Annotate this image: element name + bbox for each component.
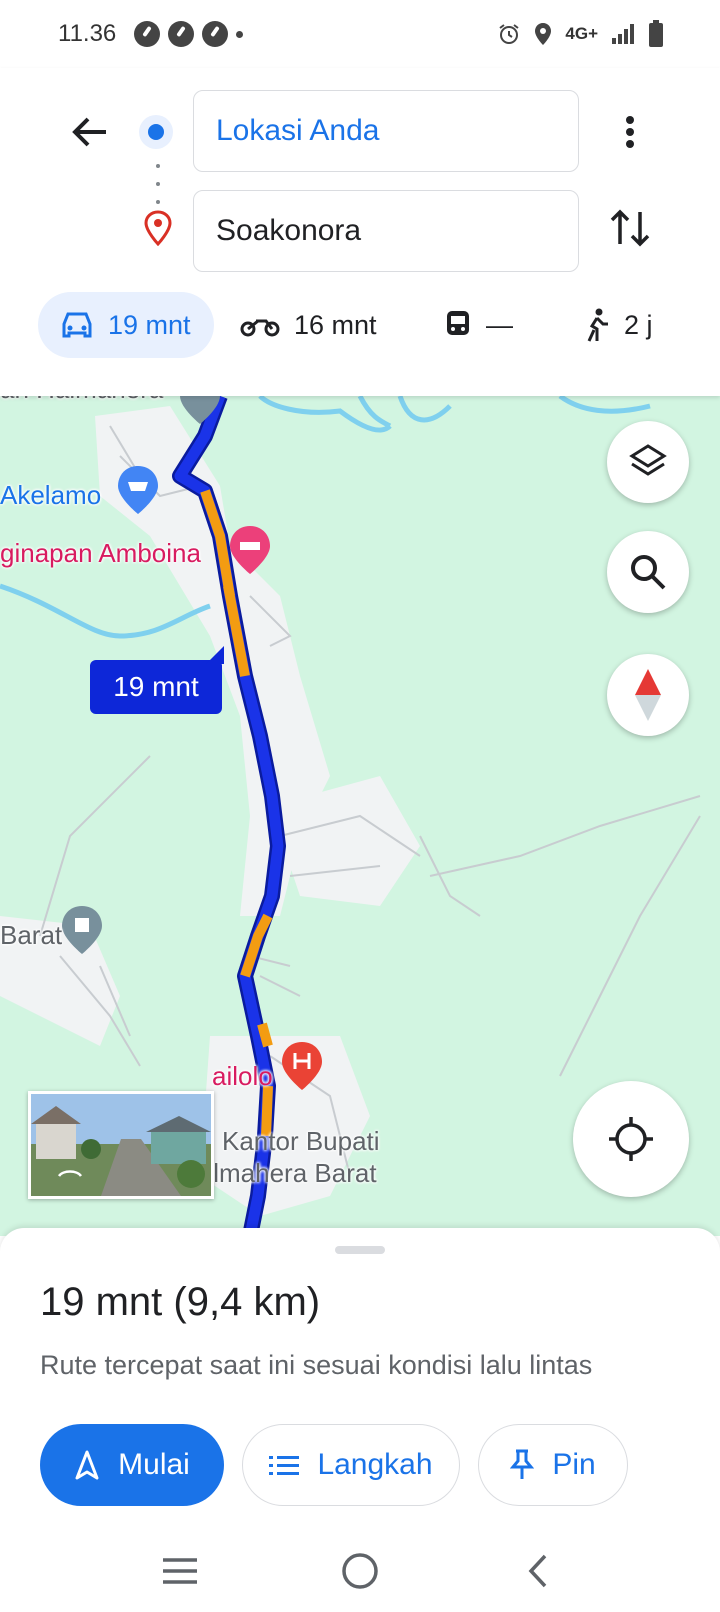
network-type: 4G+ [565,24,598,43]
status-time: 11.36 [58,20,117,47]
route-summary: 19 mnt (9,4 km) [40,1280,321,1324]
place-label[interactable]: Barat [0,920,62,951]
home-icon[interactable] [335,1546,385,1596]
transit-duration: — [486,309,513,340]
recent-apps-icon[interactable] [155,1546,205,1596]
walk-duration: 2 j [624,309,653,340]
place-label[interactable]: Akelamo [0,480,101,511]
more-notifications-icon [236,30,244,38]
steps-button[interactable]: Langkah [242,1424,460,1506]
street-view-image [31,1094,211,1196]
my-location-icon [609,1117,653,1161]
system-navigation-bar [0,1534,720,1612]
status-bar: 11.36 4G+ [0,0,720,68]
back-icon[interactable] [515,1546,565,1596]
notification-icon [168,21,195,47]
notification-icon [134,21,161,47]
place-label[interactable]: Kantor Bupati [222,1126,380,1157]
tab-walk[interactable]: 2 j [584,292,653,358]
search-icon [631,555,666,590]
my-location-button[interactable] [573,1081,689,1197]
street-view-thumbnail[interactable] [28,1091,214,1199]
swap-icon[interactable] [608,204,652,252]
route-duration-callout[interactable]: 19 mnt [90,646,224,714]
start-label: Mulai [118,1448,190,1481]
travel-mode-tabs: 19 mnt 16 mnt — 2 j [0,292,720,366]
location-icon [535,23,552,45]
alarm-icon [499,24,519,44]
list-icon [269,1456,300,1475]
directions-header: Lokasi Anda Soakonora 19 mnt 16 mnt — 2 … [0,68,720,396]
notification-icons [134,21,244,47]
back-arrow-icon[interactable] [66,108,114,156]
signal-icon [612,24,634,44]
motorcycle-duration: 16 mnt [294,309,377,340]
search-along-route-button[interactable] [607,531,689,613]
tab-car[interactable]: 19 mnt [38,292,214,358]
map-view[interactable]: an Halmahera Akelamo ginapan Amboina Bar… [0,396,720,1236]
compass-button[interactable] [607,654,689,736]
car-icon [62,312,92,338]
origin-input[interactable]: Lokasi Anda [193,90,579,172]
origin-dot-icon [139,115,173,149]
route-description: Rute tercepat saat ini sesuai kondisi la… [40,1350,593,1380]
place-label[interactable]: an Halmahera [0,396,163,405]
maps-directions-screen: 11.36 4G+ Lokasi Anda Soakonora 19 mnt 1… [0,0,720,1612]
drag-handle[interactable] [335,1246,385,1254]
battery-icon [649,20,663,47]
tab-transit[interactable]: — [444,292,513,358]
layers-icon [629,444,667,476]
place-label[interactable]: ailolo [212,1061,273,1092]
tab-motorcycle[interactable]: 16 mnt [240,292,377,358]
navigation-arrow-icon [75,1450,99,1480]
place-label[interactable]: ginapan Amboina [0,538,201,569]
destination-pin-icon [144,210,172,246]
pin-button[interactable]: Pin [478,1424,628,1506]
walking-icon [587,308,608,342]
route-connector [156,164,160,204]
system-icons: 4G+ [497,20,664,48]
destination-input[interactable]: Soakonora [193,190,579,272]
compass-icon [635,669,661,721]
notification-icon [202,21,229,47]
car-duration: 19 mnt [108,309,191,340]
layers-button[interactable] [607,421,689,503]
more-options-icon[interactable] [612,112,648,152]
motorcycle-icon [240,319,280,337]
steps-label: Langkah [317,1448,433,1481]
start-navigation-button[interactable]: Mulai [40,1424,224,1506]
route-actions: Mulai Langkah Pin [40,1424,700,1506]
pin-icon [510,1449,535,1479]
train-icon [447,311,469,335]
pin-label: Pin [552,1448,596,1481]
